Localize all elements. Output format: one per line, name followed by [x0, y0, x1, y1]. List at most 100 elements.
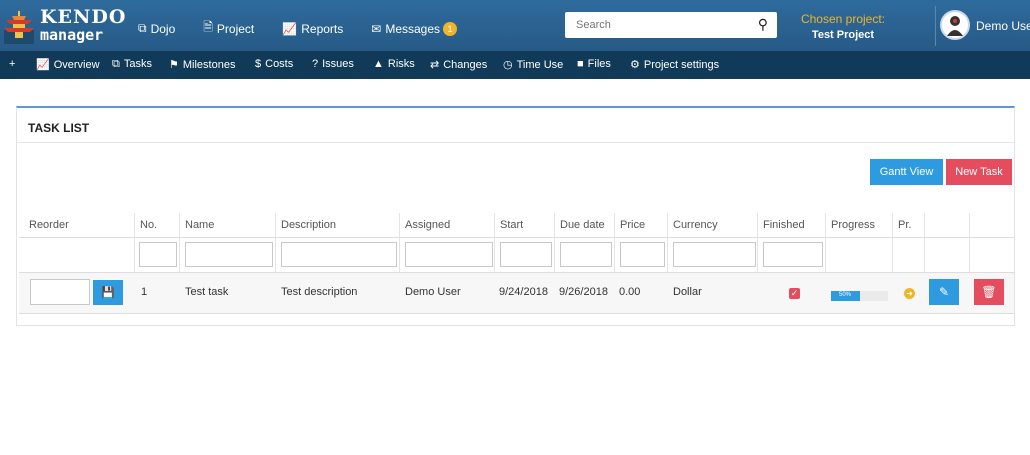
panel-title: TASK LIST — [28, 121, 90, 135]
filter-no-input[interactable] — [139, 242, 177, 267]
user-avatar-icon — [947, 16, 963, 36]
subnav-label: Project settings — [643, 59, 720, 71]
finished-check-icon: ✓ — [789, 288, 800, 299]
nav-item-dojo[interactable]: ⧉ Dojo — [138, 18, 175, 39]
column-header-progress[interactable]: Progress — [825, 213, 875, 237]
subnav-time-use[interactable]: ◷ Time Use — [503, 58, 563, 71]
plus-icon: + — [9, 58, 16, 70]
cell-currency: Dollar — [673, 286, 702, 298]
task-list-panel: TASK LIST Gantt View New Task Reorder No… — [16, 106, 1015, 326]
project-subnav: + 📈 Overview ⧉ Tasks ⚑ Milestones $ Costs ? I… — [0, 51, 1030, 79]
column-header-description[interactable]: Description — [275, 213, 336, 237]
folder-icon: ■ — [577, 58, 584, 70]
cell-no: 1 — [141, 286, 148, 298]
search-box: ⚲ — [565, 12, 777, 38]
progress-label: 50% — [839, 292, 852, 298]
column-header-currency[interactable]: Currency — [667, 213, 718, 237]
exchange-icon: ⇄ — [430, 59, 440, 71]
subnav-add[interactable]: + — [9, 58, 19, 70]
cell-due-date: 9/26/2018 — [559, 286, 608, 298]
cogs-icon: ⚙ — [630, 59, 640, 71]
subnav-changes[interactable]: ⇄ Changes — [430, 58, 487, 71]
cell-description: Test description — [281, 286, 358, 298]
progress-bar: 50% — [831, 291, 888, 301]
column-header-reorder[interactable]: Reorder — [23, 213, 69, 237]
filter-finished-input[interactable] — [763, 242, 823, 267]
envelope-icon: ✉ — [371, 21, 382, 36]
question-icon: ? — [312, 58, 319, 70]
line-chart-icon: 📈 — [282, 21, 298, 36]
filter-start-input[interactable] — [500, 242, 552, 267]
subnav-label: Time Use — [516, 59, 564, 71]
subnav-milestones[interactable]: ⚑ Milestones — [169, 58, 235, 71]
filter-price-input[interactable] — [620, 242, 665, 267]
reorder-input[interactable] — [30, 279, 90, 305]
subnav-label: Changes — [443, 59, 488, 71]
column-header-no[interactable]: No. — [134, 213, 157, 237]
document-icon: 🗎 — [203, 20, 213, 34]
divider — [19, 313, 1014, 314]
column-header-priority[interactable]: Pr. — [892, 213, 911, 237]
subnav-label: Issues — [322, 58, 354, 70]
brand-name: KENDO — [40, 6, 127, 28]
chosen-project[interactable]: Chosen project: Test Project — [800, 12, 886, 41]
nav-label: Dojo — [150, 21, 176, 36]
search-icon[interactable]: ⚲ — [758, 16, 768, 33]
pagoda-icon — [4, 11, 34, 44]
column-header-assigned[interactable]: Assigned — [399, 213, 450, 237]
filter-assigned-input[interactable] — [405, 242, 493, 267]
subnav-label: Files — [587, 58, 611, 70]
priority-arrow-icon: ➜ — [904, 288, 915, 299]
gantt-view-button[interactable]: Gantt View — [870, 159, 943, 185]
subnav-label: Tasks — [123, 58, 152, 70]
divider — [17, 142, 1014, 143]
clock-icon: ◷ — [503, 59, 513, 71]
nav-label: Messages — [385, 21, 441, 36]
subnav-risks[interactable]: ▲ Risks — [373, 58, 415, 70]
edit-task-button[interactable]: ✎ — [929, 279, 959, 305]
nav-label: Reports — [301, 21, 344, 36]
subnav-label: Overview — [53, 59, 100, 71]
cell-name: Test task — [185, 286, 229, 298]
subnav-tasks[interactable]: ⧉ Tasks — [112, 58, 152, 71]
area-chart-icon: 📈 — [36, 59, 50, 71]
avatar[interactable] — [940, 10, 970, 40]
nav-item-project[interactable]: 🗎 Project — [203, 18, 254, 39]
subnav-label: Risks — [387, 58, 415, 70]
nav-item-messages[interactable]: ✉ Messages 1 — [371, 18, 458, 39]
delete-task-button[interactable]: 🗑 — [974, 279, 1004, 305]
column-header-due-date[interactable]: Due date — [554, 213, 605, 237]
cell-start: 9/24/2018 — [499, 286, 548, 298]
divider — [935, 6, 936, 46]
cell-assigned: Demo User — [405, 286, 461, 298]
subnav-overview[interactable]: 📈 Overview — [36, 58, 100, 71]
user-name[interactable]: Demo User — [976, 19, 1030, 33]
brand-subname: manager — [40, 26, 104, 44]
column-header-start[interactable]: Start — [494, 213, 523, 237]
filter-name-input[interactable] — [185, 242, 273, 267]
search-input[interactable] — [565, 12, 745, 38]
subnav-issues[interactable]: ? Issues — [312, 58, 354, 70]
filter-currency-input[interactable] — [673, 242, 756, 267]
subnav-costs[interactable]: $ Costs — [255, 58, 293, 70]
subnav-label: Costs — [265, 58, 294, 70]
subnav-project-settings[interactable]: ⚙ Project settings — [630, 58, 719, 71]
nav-item-reports[interactable]: 📈 Reports — [282, 18, 343, 39]
column-header-finished[interactable]: Finished — [757, 213, 805, 237]
edit-icon: ✎ — [938, 285, 950, 299]
subnav-label: Milestones — [182, 59, 236, 71]
kendo-manager-logo[interactable]: KENDO manager — [0, 4, 125, 48]
save-order-button[interactable]: 💾 — [93, 280, 123, 305]
chosen-project-label: Chosen project: — [800, 12, 886, 26]
filter-description-input[interactable] — [281, 242, 397, 267]
new-task-button[interactable]: New Task — [946, 159, 1012, 185]
column-header-name[interactable]: Name — [179, 213, 214, 237]
divider — [19, 237, 1014, 238]
square-icon: ⧉ — [138, 21, 147, 35]
column-header-price[interactable]: Price — [614, 213, 645, 237]
filter-due-date-input[interactable] — [560, 242, 612, 267]
dollar-icon: $ — [255, 58, 262, 70]
main-nav: ⧉ Dojo 🗎 Project 📈 Reports ✉ Messages 1 — [138, 18, 458, 39]
nav-label: Project — [216, 21, 255, 36]
subnav-files[interactable]: ■ Files — [577, 58, 611, 70]
